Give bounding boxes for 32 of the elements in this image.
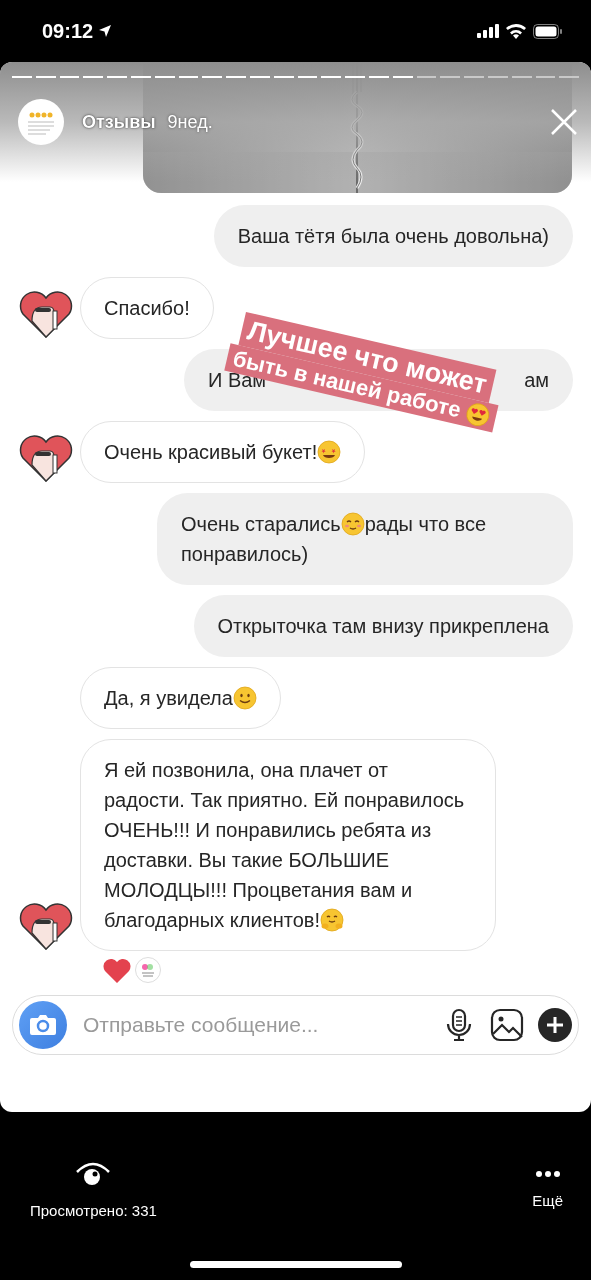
add-icon[interactable] xyxy=(538,1008,572,1042)
signal-icon xyxy=(477,24,499,38)
heart-avatar-icon xyxy=(18,289,74,339)
message-bubble: Очень старались рады что все понравилось) xyxy=(157,493,573,585)
message-bubble: Очень красивый букет! xyxy=(80,421,366,483)
hug-emoji-icon xyxy=(320,908,344,932)
message-bubble: Да, я увидела xyxy=(80,667,281,729)
blush-emoji-icon xyxy=(340,512,365,536)
message-bubble: Спасибо! xyxy=(80,277,214,339)
message-bubble: Ваша тётя была очень довольна) xyxy=(213,205,573,267)
more-label[interactable]: Ещё xyxy=(532,1192,563,1209)
gallery-icon[interactable] xyxy=(490,1008,524,1042)
heart-avatar-icon xyxy=(18,433,74,483)
close-icon[interactable] xyxy=(551,109,577,135)
eye-icon[interactable] xyxy=(75,1160,112,1188)
heart-avatar-icon xyxy=(18,901,74,951)
message-input[interactable]: Отправьте сообщение... xyxy=(81,1012,428,1038)
wifi-icon xyxy=(506,23,526,39)
smile-emoji-icon xyxy=(232,686,257,710)
location-arrow-icon xyxy=(98,24,113,38)
message-bubble: Я ей позвонила, она плачет от радости. Так приятно. Ей понравилось ОЧЕНЬ!!! И понравились ребята из доставки. Вы такие БОЛЬШИЕ МОЛОДЦЫ!!! Процветания вам и благодарных клиентов! xyxy=(80,739,496,951)
message-bubble: Открыточка там внизу прикреплена xyxy=(193,595,573,657)
post-age: 9нед. xyxy=(167,111,213,133)
camera-button[interactable] xyxy=(19,1001,67,1049)
star-eyes-emoji-icon xyxy=(317,440,342,464)
views-count[interactable]: Просмотрено: 331 xyxy=(30,1202,157,1219)
camera-icon xyxy=(29,1013,57,1037)
battery-icon xyxy=(533,23,563,39)
more-icon[interactable] xyxy=(534,1170,561,1178)
heart-icon xyxy=(103,957,131,983)
status-time: 09:12 xyxy=(42,19,94,43)
reactor-avatar-icon xyxy=(135,957,161,983)
